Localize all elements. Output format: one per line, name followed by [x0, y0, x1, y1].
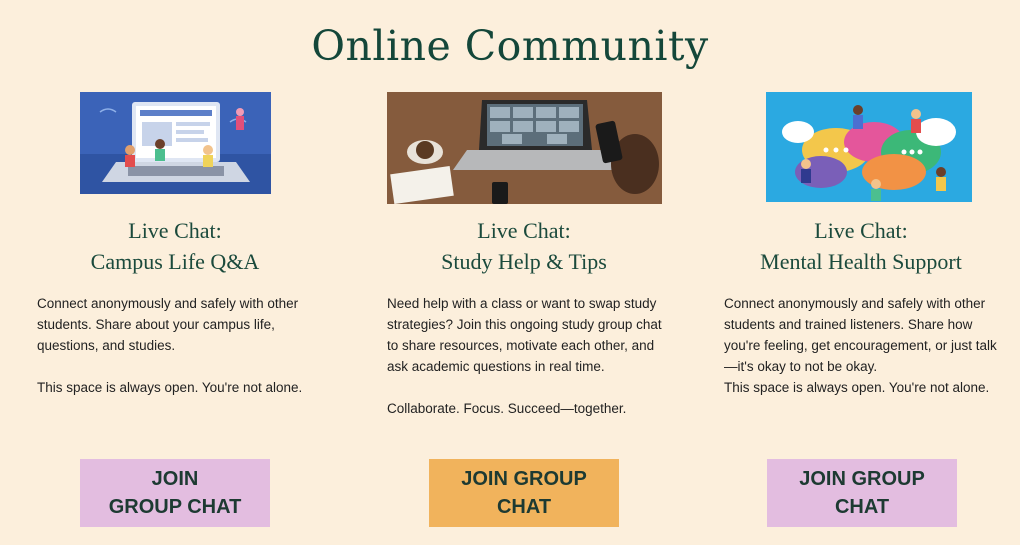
join-group-chat-button[interactable]: JOIN GROUP CHAT: [767, 459, 957, 527]
card-description: Connect anonymously and safely with othe…: [724, 293, 999, 398]
button-label-line2: CHAT: [496, 496, 552, 518]
card-title-line2: Study Help & Tips: [441, 249, 607, 274]
card-title-line2: Mental Health Support: [760, 249, 962, 274]
card-description: Connect anonymously and safely with othe…: [37, 293, 317, 398]
card-paragraph: Connect anonymously and safely with othe…: [724, 296, 997, 374]
card-title: Live Chat: Study Help & Tips: [389, 215, 659, 277]
card-paragraph: Need help with a class or want to swap s…: [387, 296, 662, 374]
card-paragraph: Collaborate. Focus. Succeed—together.: [387, 401, 627, 416]
button-label-line1: JOIN GROUP: [461, 468, 587, 490]
campus-laptop-illustration: [80, 92, 271, 194]
join-group-chat-button[interactable]: JOIN GROUP CHAT: [80, 459, 270, 527]
card-paragraph: Connect anonymously and safely with othe…: [37, 296, 299, 353]
button-label-line1: JOIN GROUP: [799, 468, 925, 490]
join-group-chat-button[interactable]: JOIN GROUP CHAT: [429, 459, 619, 527]
card-title-line1: Live Chat:: [814, 218, 908, 243]
button-label-line1: JOIN: [151, 468, 199, 490]
button-label-line2: CHAT: [834, 496, 890, 518]
page-title: Online Community: [311, 22, 709, 70]
people-speech-bubbles-illustration: [766, 92, 972, 202]
card-title-line2: Campus Life Q&A: [90, 249, 260, 274]
card-title-line1: Live Chat:: [128, 218, 222, 243]
card-title-line1: Live Chat:: [477, 218, 571, 243]
video-call-photo: [387, 92, 662, 204]
card-title: Live Chat: Mental Health Support: [726, 215, 996, 277]
card-paragraph: This space is always open. You're not al…: [724, 380, 990, 395]
card-paragraph: This space is always open. You're not al…: [37, 380, 303, 395]
button-label-line2: GROUP CHAT: [108, 496, 242, 518]
card-description: Need help with a class or want to swap s…: [387, 293, 672, 419]
card-title: Live Chat: Campus Life Q&A: [40, 215, 310, 277]
